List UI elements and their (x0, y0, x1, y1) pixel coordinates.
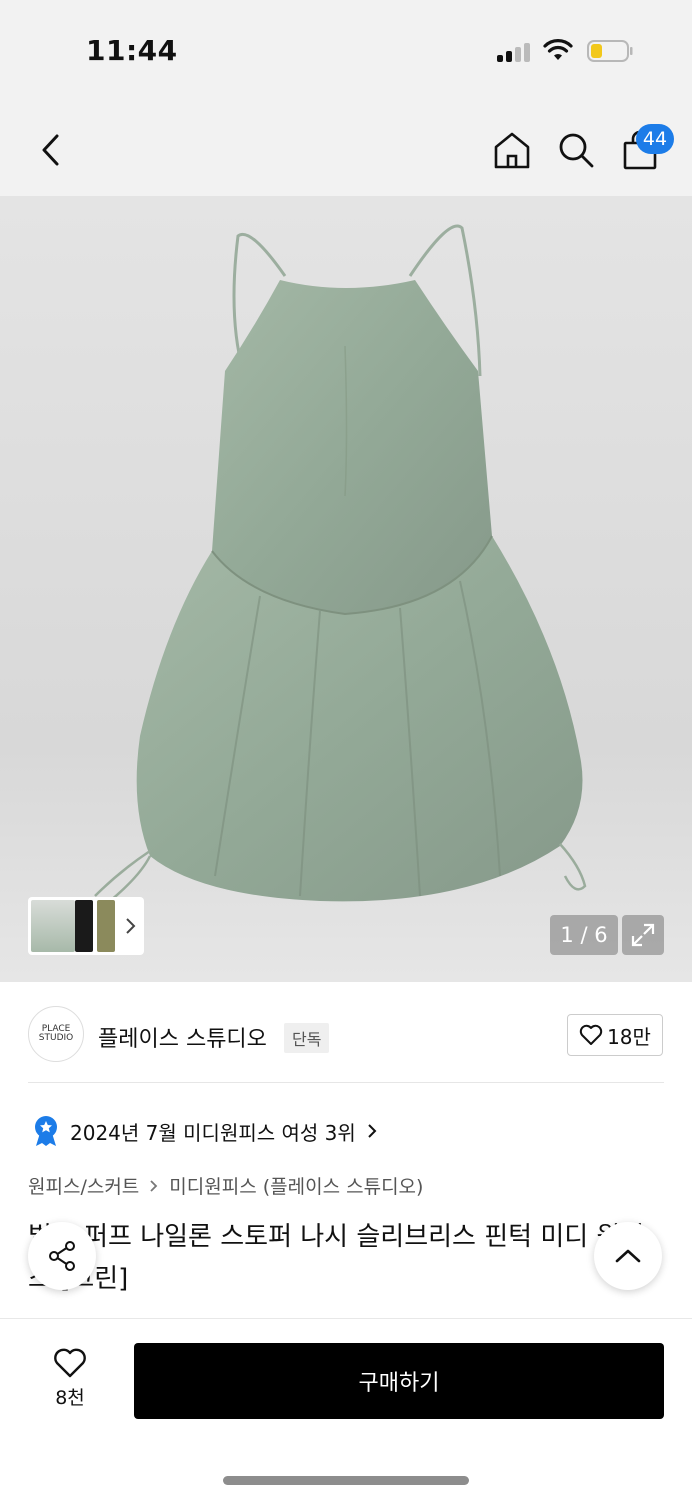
exclusive-badge: 단독 (284, 1023, 330, 1053)
brand-like-button[interactable]: 18만 (567, 1014, 663, 1056)
nav-bar (0, 100, 692, 196)
chevron-right-icon (150, 1179, 158, 1192)
back-button[interactable] (30, 128, 70, 172)
status-bar: 11:44 (0, 0, 692, 100)
home-indicator (223, 1476, 469, 1485)
expand-icon (631, 923, 655, 947)
buy-button[interactable]: 구매하기 (134, 1343, 664, 1419)
thumbnail-image[interactable] (75, 900, 93, 952)
divider (28, 1082, 664, 1083)
chevron-right-icon (368, 1124, 377, 1138)
share-icon (49, 1241, 75, 1271)
chevron-right-icon (126, 918, 136, 934)
wishlist-button[interactable]: 8천 (40, 1347, 100, 1410)
home-button[interactable] (490, 128, 534, 172)
breadcrumb-category[interactable]: 원피스/스커트 (28, 1172, 139, 1199)
battery-icon (587, 40, 633, 62)
product-image[interactable] (0, 196, 692, 982)
thumbnail-image[interactable] (31, 900, 75, 952)
brand-row: PLACE STUDIO 플레이스 스튜디오 단독 18만 (0, 1004, 692, 1064)
wifi-icon (543, 39, 573, 60)
expand-button[interactable] (622, 915, 664, 955)
scroll-top-button[interactable] (594, 1222, 662, 1290)
search-button[interactable] (554, 128, 598, 172)
breadcrumb: 원피스/스커트 미디원피스 (플레이스 스튜디오) (28, 1172, 423, 1199)
rank-badge-icon (35, 1116, 57, 1146)
product-title: 벌룬 퍼프 나일론 스토퍼 나시 슬리브리스 핀턱 미디 원피스 [그린] (28, 1222, 644, 1294)
image-counter: 1 / 6 (550, 915, 618, 955)
brand-logo[interactable]: PLACE STUDIO (28, 1006, 84, 1062)
wishlist-count: 8천 (55, 1387, 85, 1409)
bottom-bar: 8천 구매하기 (0, 1318, 692, 1500)
signal-icon (497, 42, 531, 62)
dress-image (94, 224, 587, 902)
thumbnail-strip[interactable] (28, 897, 144, 955)
brand-name[interactable]: 플레이스 스튜디오 (98, 1021, 267, 1053)
share-button[interactable] (28, 1222, 96, 1290)
search-icon (559, 133, 594, 168)
ranking-link[interactable]: 2024년 7월 미디원피스 여성 3위 (32, 1115, 378, 1147)
heart-icon (579, 1024, 603, 1045)
ranking-text: 2024년 7월 미디원피스 여성 3위 (70, 1120, 356, 1145)
heart-icon (54, 1348, 86, 1378)
brand-like-count: 18만 (607, 1024, 651, 1049)
breadcrumb-subcategory[interactable]: 미디원피스 (플레이스 스튜디오) (169, 1172, 423, 1199)
thumbnail-image[interactable] (97, 900, 115, 952)
status-time: 11:44 (86, 34, 178, 67)
chevron-up-icon (615, 1249, 641, 1263)
cart-count-badge: 44 (636, 124, 674, 154)
home-icon (494, 132, 530, 169)
chevron-left-icon (42, 134, 59, 166)
